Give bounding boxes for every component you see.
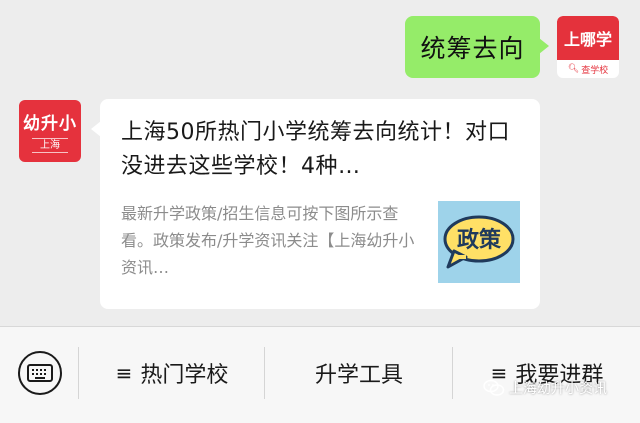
outgoing-message-text: 统筹去向: [420, 34, 525, 63]
article-description: 最新升学政策/招生信息可按下图所示查看。政策发布/升学资讯关注【上海幼升小资讯…: [121, 204, 415, 277]
menu-divider: [78, 347, 79, 399]
account-avatar[interactable]: 幼升小 上海: [19, 100, 81, 162]
search-icon: 🔍︎: [567, 64, 580, 74]
outgoing-message-bubble[interactable]: 统筹去向: [405, 16, 549, 78]
watermark: 上海幼升小资讯: [483, 378, 607, 398]
wechat-icon: [483, 379, 505, 396]
menu-bar: ≡ 热门学校 升学工具 ≡ 我要进群: [0, 326, 640, 423]
my-avatar-label: 上哪学: [557, 16, 619, 60]
watermark-text: 上海幼升小资讯: [509, 381, 607, 397]
keyboard-icon: [27, 364, 53, 382]
menu-item-label: 热门学校: [140, 363, 229, 388]
account-avatar-label: 幼升小: [23, 114, 77, 134]
menu-item-label: 升学工具: [314, 363, 403, 388]
my-avatar-sublabel: 查学校: [581, 65, 609, 76]
speech-bubble-icon: 政策: [443, 215, 515, 269]
account-avatar-sublabel: 上海: [32, 138, 68, 153]
article-card[interactable]: 上海50所热门小学统筹去向统计！对口没进去这些学校！4种… 最新升学政策/招生信…: [91, 99, 540, 309]
my-avatar[interactable]: 上哪学 🔍︎ 查学校: [557, 16, 619, 78]
menu-divider: [264, 347, 265, 399]
menu-divider: [452, 347, 453, 399]
keyboard-toggle-button[interactable]: [18, 351, 62, 395]
article-thumbnail: 政策: [438, 201, 520, 283]
article-title: 上海50所热门小学统筹去向统计！对口没进去这些学校！4种…: [121, 120, 510, 179]
menu-item-hot-schools[interactable]: ≡ 热门学校: [80, 351, 264, 395]
thumbnail-text: 政策: [457, 227, 502, 253]
hamburger-icon: ≡: [115, 361, 133, 385]
menu-item-tools[interactable]: 升学工具: [266, 351, 452, 395]
chat-area: 统筹去向 上哪学 🔍︎ 查学校 幼升小 上海 上海50所热门小学统筹去向统计！对…: [0, 0, 640, 326]
